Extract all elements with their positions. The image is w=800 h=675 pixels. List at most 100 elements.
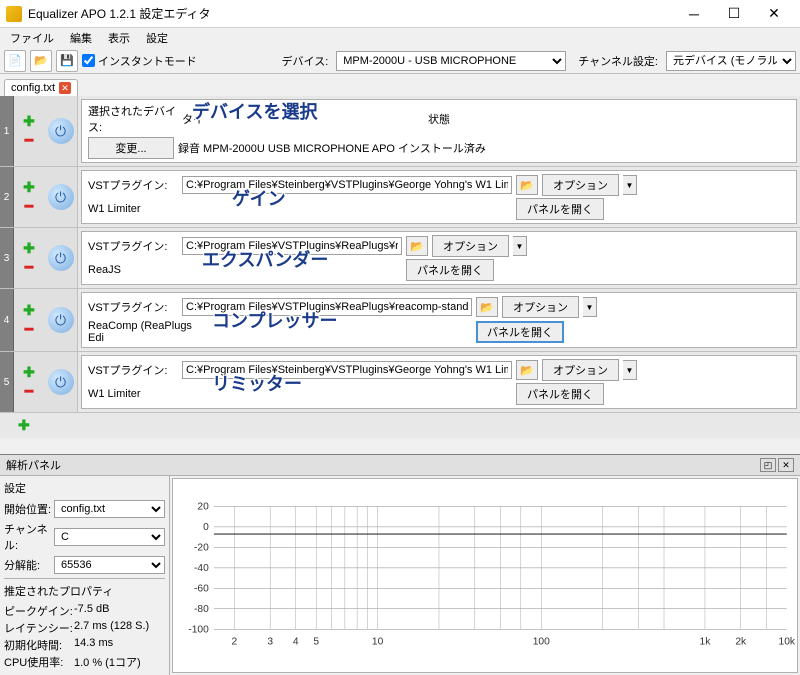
- plugin-name: ReaComp (ReaPlugs Edi: [88, 320, 208, 344]
- plugin-name: W1 Limiter: [88, 203, 178, 215]
- frequency-response-graph: 20 0 -20 -40 -60 -80 -100 2 3 4 5 10 100…: [172, 478, 798, 673]
- svg-text:20: 20: [197, 502, 209, 513]
- svg-text:1k: 1k: [700, 637, 712, 648]
- instant-mode-checkbox[interactable]: インスタントモード: [82, 53, 197, 69]
- panel-close-icon[interactable]: ✕: [778, 458, 794, 472]
- startpos-select[interactable]: config.txt: [54, 500, 165, 518]
- vst-label: VSTプラグイン:: [88, 177, 178, 193]
- tab-config[interactable]: config.txt ✕: [4, 79, 78, 96]
- vst-path-input[interactable]: [182, 361, 512, 379]
- svg-text:10k: 10k: [779, 637, 796, 648]
- remove-icon[interactable]: ━: [25, 259, 33, 276]
- change-button[interactable]: 変更...: [88, 137, 174, 159]
- svg-text:0: 0: [203, 522, 209, 533]
- row-vst-compressor: 4 ✚ ━ ⏻ VSTプラグイン: 📂 オプション▼ ReaComp (ReaPl…: [0, 289, 800, 352]
- plugin-name: ReaJS: [88, 264, 178, 276]
- add-icon[interactable]: ✚: [23, 364, 35, 381]
- vst-label: VSTプラグイン:: [88, 362, 178, 378]
- remove-icon[interactable]: ━: [25, 321, 33, 338]
- open-panel-button[interactable]: パネルを開く: [476, 321, 564, 343]
- remove-icon[interactable]: ━: [25, 383, 33, 400]
- row-number: 5: [0, 352, 14, 412]
- device-field-label: 選択されたデバイス:: [88, 103, 178, 135]
- add-icon[interactable]: ✚: [23, 302, 35, 319]
- power-toggle[interactable]: ⏻: [44, 352, 78, 412]
- add-icon[interactable]: ✚: [23, 179, 35, 196]
- svg-text:-20: -20: [194, 542, 209, 553]
- analysis-title: 解析パネル: [6, 457, 758, 473]
- svg-text:100: 100: [533, 637, 550, 648]
- minimize-button[interactable]: ─: [674, 2, 714, 26]
- open-panel-button[interactable]: パネルを開く: [406, 259, 494, 281]
- vst-path-input[interactable]: [182, 298, 472, 316]
- svg-text:4: 4: [293, 637, 299, 648]
- menu-settings[interactable]: 設定: [140, 28, 174, 48]
- options-button[interactable]: オプション: [542, 174, 619, 196]
- row-number: 3: [0, 228, 14, 288]
- svg-text:-40: -40: [194, 563, 209, 574]
- menu-view[interactable]: 表示: [102, 28, 136, 48]
- open-panel-button[interactable]: パネルを開く: [516, 198, 604, 220]
- open-button[interactable]: 📂: [30, 50, 52, 72]
- add-icon[interactable]: ✚: [18, 417, 782, 434]
- power-toggle[interactable]: ⏻: [44, 228, 78, 288]
- app-icon: [6, 6, 22, 22]
- analysis-panel: 解析パネル ◰ ✕ 設定 開始位置: config.txt チャンネル: C 分…: [0, 454, 800, 634]
- options-button[interactable]: オプション: [432, 235, 509, 257]
- row-number: 2: [0, 167, 14, 227]
- dropdown-icon[interactable]: ▼: [623, 175, 637, 195]
- add-icon[interactable]: ✚: [23, 113, 35, 130]
- power-toggle[interactable]: ⏻: [44, 289, 78, 351]
- open-panel-button[interactable]: パネルを開く: [516, 383, 604, 405]
- svg-text:2: 2: [232, 637, 238, 648]
- row-vst-expander: 3 ✚━ ⏻ VSTプラグイン: 📂 オプション▼ ReaJS パネルを開く エ…: [0, 228, 800, 289]
- tabstrip: config.txt ✕: [0, 74, 800, 96]
- undock-icon[interactable]: ◰: [760, 458, 776, 472]
- remove-icon[interactable]: ━: [25, 132, 33, 149]
- resolution-select[interactable]: 65536: [54, 556, 165, 574]
- dropdown-icon[interactable]: ▼: [623, 360, 637, 380]
- channel-select[interactable]: C: [54, 528, 165, 546]
- row-vst-limiter: 5 ✚ ━ ⏻ VSTプラグイン: 📂 オプション▼ W1 Limiter パネル…: [0, 352, 800, 413]
- titlebar: Equalizer APO 1.2.1 設定エディタ ─ ☐ ✕: [0, 0, 800, 28]
- browse-icon[interactable]: 📂: [406, 236, 428, 256]
- options-button[interactable]: オプション: [542, 359, 619, 381]
- row-device: 1 ✚ ━ ⏻ 選択されたデバイス: タイ 状態 変更... 録音 MPM-20…: [0, 96, 800, 167]
- power-toggle[interactable]: ⏻: [44, 96, 78, 166]
- plugin-name: W1 Limiter: [88, 388, 178, 400]
- dropdown-icon[interactable]: ▼: [513, 236, 527, 256]
- svg-text:5: 5: [313, 637, 319, 648]
- dropdown-icon[interactable]: ▼: [583, 297, 597, 317]
- filter-rows: 1 ✚ ━ ⏻ 選択されたデバイス: タイ 状態 変更... 録音 MPM-20…: [0, 96, 800, 438]
- channel-select[interactable]: 元デバイス (モノラル): [666, 51, 796, 71]
- add-icon[interactable]: ✚: [23, 240, 35, 257]
- options-button[interactable]: オプション: [502, 296, 579, 318]
- channel-label: チャンネル設定:: [578, 53, 658, 69]
- row-number: 4: [0, 289, 14, 351]
- menu-file[interactable]: ファイル: [4, 28, 60, 48]
- tab-close-icon[interactable]: ✕: [59, 82, 71, 94]
- window-title: Equalizer APO 1.2.1 設定エディタ: [28, 5, 674, 22]
- new-button[interactable]: 📄: [4, 50, 26, 72]
- device-select[interactable]: MPM-2000U - USB MICROPHONE: [336, 51, 566, 71]
- menubar: ファイル 編集 表示 設定: [0, 28, 800, 48]
- row-controls: ✚ ━: [14, 96, 44, 166]
- instant-mode-input[interactable]: [82, 54, 95, 67]
- menu-edit[interactable]: 編集: [64, 28, 98, 48]
- maximize-button[interactable]: ☐: [714, 2, 754, 26]
- save-button[interactable]: 💾: [56, 50, 78, 72]
- svg-text:3: 3: [267, 637, 273, 648]
- vst-path-input[interactable]: [182, 176, 512, 194]
- close-button[interactable]: ✕: [754, 2, 794, 26]
- power-toggle[interactable]: ⏻: [44, 167, 78, 227]
- browse-icon[interactable]: 📂: [516, 360, 538, 380]
- vst-path-input[interactable]: [182, 237, 402, 255]
- toolbar: 📄 📂 💾 インスタントモード デバイス: MPM-2000U - USB MI…: [0, 48, 800, 74]
- row-number: 1: [0, 96, 14, 166]
- browse-icon[interactable]: 📂: [516, 175, 538, 195]
- vst-label: VSTプラグイン:: [88, 299, 178, 315]
- remove-icon[interactable]: ━: [25, 198, 33, 215]
- browse-icon[interactable]: 📂: [476, 297, 498, 317]
- row-vst-gain: 2 ✚ ━ ⏻ VSTプラグイン: 📂 オプション▼ W1 Limiter パネル…: [0, 167, 800, 228]
- analysis-settings: 設定 開始位置: config.txt チャンネル: C 分解能: 65536 …: [0, 476, 170, 675]
